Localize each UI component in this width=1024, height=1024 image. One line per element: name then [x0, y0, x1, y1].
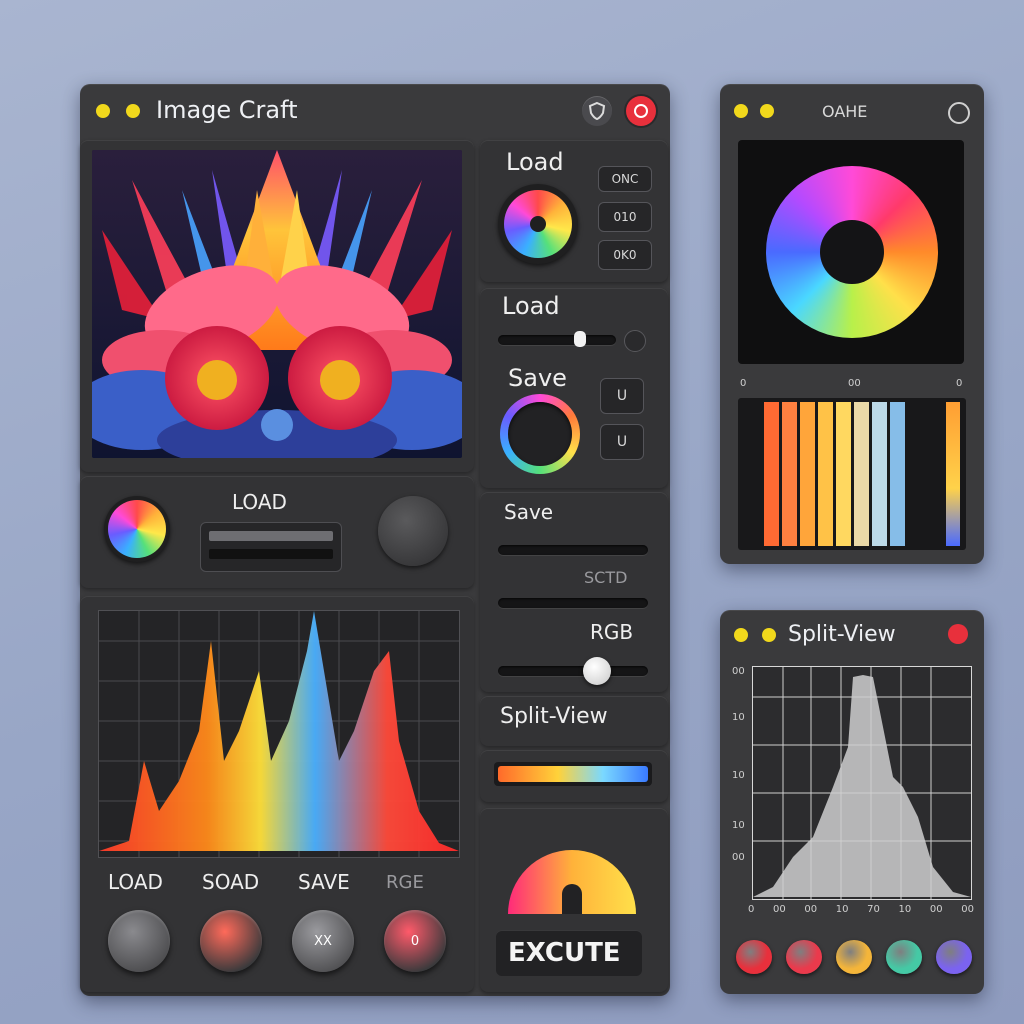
gauge-icon	[506, 834, 638, 918]
split-y-tick-1: 00	[732, 666, 745, 677]
sliders-save-label: Save	[504, 500, 554, 524]
color-wheel-knob-1[interactable]	[498, 184, 578, 264]
toggle-button-0k0[interactable]: 0K0	[598, 240, 652, 270]
flower-image	[92, 150, 462, 458]
split-x-tick: 70	[867, 904, 880, 915]
histogram-chart	[98, 610, 460, 858]
bottom-label-save: SAVE	[298, 870, 350, 894]
color-window-close-icon[interactable]	[948, 102, 970, 124]
rgb-label: RGB	[590, 620, 634, 644]
split-x-tick: 00	[961, 904, 974, 915]
rgb-slider-track[interactable]	[498, 666, 648, 676]
scale-label-right: 0	[956, 378, 963, 389]
split-window-dot-1[interactable]	[734, 628, 748, 642]
color-swatch[interactable]	[936, 940, 972, 974]
bottom-button-rge[interactable]: 0	[384, 910, 446, 972]
color-bar	[946, 402, 960, 546]
color-bar	[764, 402, 779, 546]
load-slider-thumb[interactable]	[574, 331, 586, 347]
color-bar	[872, 402, 887, 546]
split-x-tick: 10	[835, 904, 849, 915]
split-y-tick-4: 10	[732, 820, 745, 831]
split-x-ticks: 0 00 00 10 70 10 00 00	[748, 904, 974, 915]
bottom-label-soad: SOAD	[202, 870, 260, 894]
split-chart-area	[752, 666, 972, 900]
load-progress-field[interactable]	[200, 522, 342, 572]
app-title: Image Craft	[156, 96, 298, 124]
split-window-dot-2[interactable]	[762, 628, 776, 642]
window-dot-yellow-2[interactable]	[126, 104, 140, 118]
toggle-button-010[interactable]: 010	[598, 202, 652, 232]
load-label-1: Load	[506, 148, 564, 176]
toggle-button-u-2[interactable]: U	[600, 424, 644, 460]
scale-label-left: 0	[740, 378, 747, 389]
color-window-dot-2[interactable]	[760, 104, 774, 118]
save-slider-track[interactable]	[498, 545, 648, 555]
split-x-tick: 0	[748, 904, 755, 915]
split-x-tick: 00	[773, 904, 786, 915]
split-y-tick-2: 10	[732, 712, 745, 723]
color-bar	[854, 402, 869, 546]
color-swatch-row	[736, 940, 972, 976]
split-window-title: Split-View	[788, 622, 896, 647]
record-icon[interactable]	[626, 96, 656, 126]
shield-icon[interactable]	[582, 96, 612, 126]
color-swatch[interactable]	[786, 940, 822, 974]
bottom-button-save[interactable]: XX	[292, 910, 354, 972]
sctd-slider-track[interactable]	[498, 598, 648, 608]
load-slider-track[interactable]	[498, 335, 616, 345]
color-bars-chart	[738, 398, 966, 550]
load-label-2: Load	[502, 292, 560, 320]
bottom-button-soad[interactable]	[200, 910, 262, 972]
color-bar	[890, 402, 905, 546]
rgb-slider-thumb[interactable]	[583, 657, 611, 685]
load-slider-end-button[interactable]	[624, 330, 646, 352]
execute-label: EXCUTE	[508, 938, 621, 968]
gradient-bar[interactable]	[494, 762, 652, 786]
color-bar	[818, 402, 833, 546]
bottom-label-rge: RGE	[386, 872, 424, 893]
color-wheel-button[interactable]	[104, 496, 170, 562]
sctd-label: SCTD	[584, 568, 628, 587]
color-swatch[interactable]	[836, 940, 872, 974]
split-window-record-icon[interactable]	[948, 624, 968, 644]
color-bar	[836, 402, 851, 546]
split-y-tick-3: 10	[732, 770, 745, 781]
color-ring-preview	[738, 140, 964, 364]
color-window-title: OAHE	[822, 102, 868, 121]
dark-knob[interactable]	[378, 496, 448, 566]
color-window-dot-1[interactable]	[734, 104, 748, 118]
color-swatch[interactable]	[886, 940, 922, 974]
bottom-label-load: LOAD	[108, 870, 163, 894]
ring-knob[interactable]	[500, 394, 580, 474]
scale-label-mid: 00	[848, 378, 861, 389]
color-bar	[800, 402, 815, 546]
split-x-tick: 10	[898, 904, 912, 915]
middle-load-label: LOAD	[232, 490, 287, 514]
execute-button[interactable]: EXCUTE	[496, 930, 642, 976]
toggle-button-u-1[interactable]: U	[600, 378, 644, 414]
toggle-button-onc[interactable]: ONC	[598, 166, 652, 192]
save-label: Save	[508, 364, 567, 392]
split-x-tick: 00	[929, 904, 943, 915]
color-swatch[interactable]	[736, 940, 772, 974]
window-dot-yellow-1[interactable]	[96, 104, 110, 118]
split-view-label: Split-View	[500, 704, 608, 729]
split-x-tick: 00	[804, 904, 818, 915]
bottom-button-load[interactable]	[108, 910, 170, 972]
color-bar	[782, 402, 797, 546]
split-y-tick-5: 00	[732, 852, 745, 863]
